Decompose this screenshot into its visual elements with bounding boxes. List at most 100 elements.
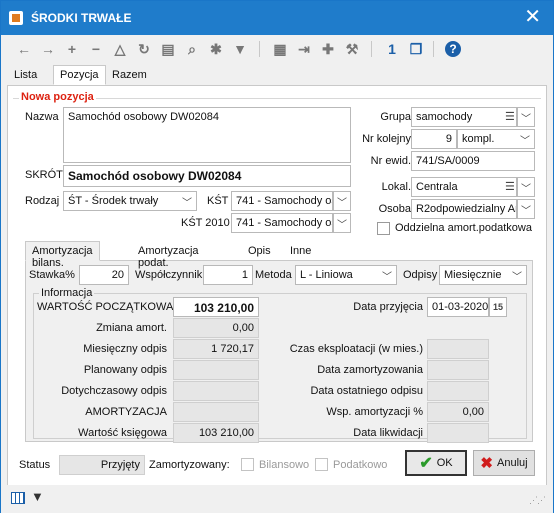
czas-value: [427, 339, 489, 359]
tab-pozycja[interactable]: Pozycja: [53, 65, 106, 85]
metoda-select[interactable]: L - Liniowa ﹀: [295, 265, 397, 285]
filter-icon[interactable]: ▼: [31, 489, 44, 504]
lokal-dropdown-button[interactable]: ﹀: [517, 177, 535, 197]
czas-label: Czas eksploatacji (w mies.): [289, 343, 423, 355]
wartosc-pocz-input[interactable]: 103 210,00: [173, 297, 259, 317]
stawka-input[interactable]: 20: [79, 265, 129, 285]
ok-label: OK: [436, 457, 453, 469]
odpisy-select[interactable]: Miesięcznie ﹀: [439, 265, 527, 285]
tools-icon[interactable]: ⚒: [343, 40, 361, 58]
oddzielna-label: Oddzielna amort.podatkowa: [395, 222, 532, 234]
chevron-down-icon: ﹀: [521, 113, 531, 125]
rodzaj-select[interactable]: ŚT - Środek trwały ﹀: [63, 191, 197, 211]
data-ostatniego-label: Data ostatniego odpisu: [310, 385, 423, 397]
podatkowo-checkbox[interactable]: [315, 458, 328, 471]
bilansowo-checkbox[interactable]: [241, 458, 254, 471]
data-przyjecia-input[interactable]: 01-03-2020: [427, 297, 489, 317]
minus-icon[interactable]: −: [87, 40, 105, 58]
toolbar: ← → + − △ ↻ ▤ ⌕ ✱ ▼ ▦ ⇥ ✚ ⚒ 1 ❐ ?: [1, 35, 553, 63]
plus-icon[interactable]: +: [63, 40, 81, 58]
resize-grip-icon[interactable]: ⋰⋰: [529, 495, 546, 506]
skrot-input[interactable]: Samochód osobowy DW02084: [63, 165, 351, 187]
kompl-value: kompl.: [462, 133, 495, 145]
osoba-label: Osoba: [378, 203, 411, 215]
grupa-input[interactable]: samochody: [411, 107, 517, 127]
help-icon[interactable]: ?: [445, 41, 461, 57]
list-icon[interactable]: ☰: [505, 110, 515, 123]
wspolczynnik-input[interactable]: 1: [203, 265, 253, 285]
odpisy-value: Miesięcznie: [444, 269, 502, 281]
osoba-dropdown-button[interactable]: ﹀: [517, 199, 535, 219]
chevron-down-icon: ﹀: [382, 272, 392, 283]
document-icon[interactable]: ▦: [271, 40, 289, 58]
status-bar: ▼ ⋰⋰: [1, 485, 553, 513]
bilansowo-label: Bilansowo: [259, 459, 310, 471]
tab-inne[interactable]: Inne: [283, 241, 318, 261]
ok-button[interactable]: ✔ OK: [405, 450, 467, 476]
copy-icon[interactable]: ❐: [407, 40, 425, 58]
planowany-value: [173, 360, 259, 380]
amortyzacja-value: [173, 402, 259, 422]
list-icon[interactable]: ☰: [505, 180, 515, 193]
calendar-icon[interactable]: 1: [383, 40, 401, 58]
odpisy-label: Odpisy: [403, 269, 438, 281]
kst-dropdown-button[interactable]: ﹀: [333, 191, 351, 211]
tab-lista[interactable]: Lista: [7, 65, 44, 85]
tab-razem[interactable]: Razem: [105, 65, 154, 85]
chevron-down-icon: ﹀: [521, 183, 531, 195]
lokal-input[interactable]: Centrala: [411, 177, 517, 197]
data-zamortyzowania-label: Data zamortyzowania: [317, 364, 423, 376]
chevron-down-icon: ﹀: [337, 219, 347, 231]
wsp-value: 0,00: [427, 402, 489, 422]
export-icon[interactable]: ⇥: [295, 40, 313, 58]
grid-icon[interactable]: [11, 492, 25, 504]
chevron-down-icon: ﹀: [337, 197, 347, 209]
kst2010-input[interactable]: 741 - Samochody oso: [231, 213, 333, 233]
tab-amortyzacja-bilans[interactable]: Amortyzacja bilans.: [25, 241, 100, 269]
refresh-icon[interactable]: ↻: [135, 40, 153, 58]
oddzielna-checkbox[interactable]: [377, 222, 390, 235]
arrow-right-icon[interactable]: →: [39, 40, 57, 58]
kst2010-dropdown-button[interactable]: ﹀: [333, 213, 351, 233]
dotychczasowy-label: Dotychczasowy odpis: [61, 385, 167, 397]
app-icon: [9, 11, 23, 25]
rodzaj-value: ŚT - Środek trwały: [68, 195, 159, 207]
zamortyzowany-label: Zamortyzowany:: [149, 459, 230, 471]
tab-opis[interactable]: Opis: [241, 241, 278, 261]
grupa-dropdown-button[interactable]: ﹀: [517, 107, 535, 127]
data-likwidacji-label: Data likwidacji: [353, 427, 423, 439]
close-button[interactable]: ✕: [524, 7, 541, 27]
stawka-label: Stawka%: [29, 269, 75, 281]
osoba-input[interactable]: R2odpowiedzialny Ar: [411, 199, 517, 219]
podatkowo-label: Podatkowo: [333, 459, 388, 471]
delta-icon[interactable]: △: [111, 40, 129, 58]
print-icon[interactable]: ▤: [159, 40, 177, 58]
skrot-label: SKRÓT: [25, 169, 63, 181]
chevron-down-icon: ﹀: [520, 136, 530, 147]
wartosc-pocz-label: WARTOŚĆ POCZĄTKOWA: [37, 301, 174, 313]
status-value: Przyjęty: [59, 455, 145, 475]
metoda-label: Metoda: [255, 269, 292, 281]
nr-ewid-label: Nr ewid.: [370, 155, 411, 167]
search-icon[interactable]: ⌕: [183, 40, 201, 58]
nr-kolejny-input[interactable]: 9: [411, 129, 457, 149]
tab-amortyzacja-podat[interactable]: Amortyzacja podat.: [131, 241, 206, 269]
data-przyjecia-label: Data przyjęcia: [353, 301, 423, 313]
ksiegowa-value: 103 210,00: [173, 423, 259, 443]
nazwa-label: Nazwa: [25, 111, 59, 123]
arrow-left-icon[interactable]: ←: [15, 40, 33, 58]
kst-label: KŚT: [207, 195, 229, 207]
miesieczny-value: 1 720,17: [173, 339, 259, 359]
filter-icon[interactable]: ▼: [231, 40, 249, 58]
settings-icon[interactable]: ✱: [207, 40, 225, 58]
nazwa-input[interactable]: Samochód osobowy DW02084: [63, 107, 351, 163]
cancel-button[interactable]: ✖ Anuluj: [473, 450, 535, 476]
informacja-legend: Informacja: [39, 287, 95, 299]
kst-input[interactable]: 741 - Samochody oso: [231, 191, 333, 211]
wspolczynnik-label: Współczynnik: [135, 269, 203, 281]
puzzle-icon[interactable]: ✚: [319, 40, 337, 58]
data-zamortyzowania-value: [427, 360, 489, 380]
nr-ewid-input[interactable]: 741/SA/0009: [411, 151, 535, 171]
calendar-icon[interactable]: 15: [489, 297, 507, 317]
kompl-select[interactable]: kompl. ﹀: [457, 129, 535, 149]
